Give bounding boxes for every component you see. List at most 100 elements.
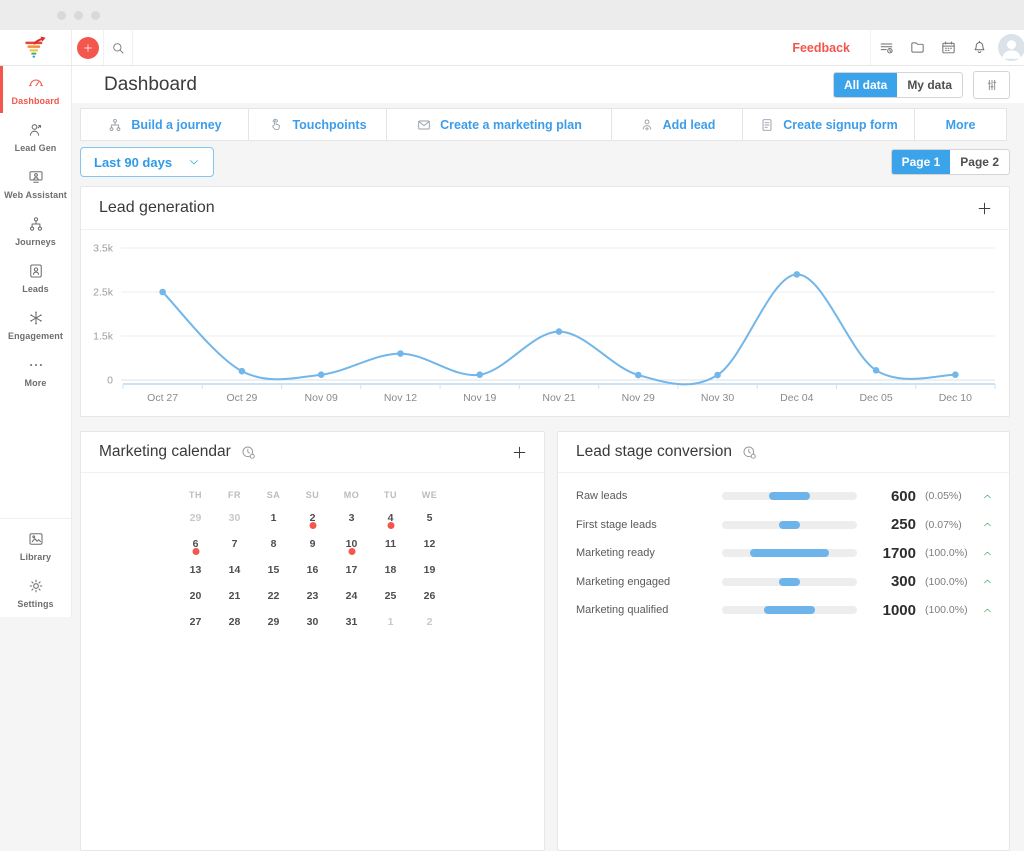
search-button[interactable] [104, 30, 133, 65]
chart-point[interactable] [318, 371, 325, 378]
calendar-date[interactable]: 21 [215, 583, 254, 609]
calendar-date[interactable]: 30 [215, 505, 254, 531]
sidebar-item-web-assistant[interactable]: Web Assistant [0, 160, 71, 207]
calendar-date[interactable]: 12 [410, 531, 449, 557]
chart-point[interactable] [239, 368, 246, 375]
calendar-date[interactable]: 29 [176, 505, 215, 531]
calendar-date[interactable]: 6 [176, 531, 215, 557]
calendar-date[interactable]: 1 [371, 609, 410, 635]
app-window: { "brand": {"logo_icon": "funnel-arrow-l… [0, 0, 1024, 617]
calendar-date[interactable]: 5 [410, 505, 449, 531]
caret-up-icon[interactable] [982, 605, 993, 616]
controls-row: Last 90 days Page 1Page 2 [80, 147, 1010, 177]
action-more[interactable]: More [914, 108, 1007, 141]
calendar-icon[interactable] [933, 30, 964, 65]
toggle-my-data[interactable]: My data [897, 73, 962, 97]
action-add-lead[interactable]: Add lead [611, 108, 743, 141]
quick-add-button[interactable] [77, 37, 99, 59]
action-create-a-marketing-plan[interactable]: Create a marketing plan [386, 108, 612, 141]
chart-point[interactable] [714, 372, 721, 379]
list-icon[interactable] [871, 30, 902, 65]
sidebar-item-leads[interactable]: Leads [0, 254, 71, 301]
calendar-date[interactable]: 16 [293, 557, 332, 583]
sidebar-main-items: DashboardLead Gen Web Assistant JourneysLe… [0, 66, 71, 395]
chart-point[interactable] [556, 328, 563, 335]
chart-point[interactable] [635, 372, 642, 379]
lead-generation-chart-area: 01.5k2.5k3.5kOct 27Oct 29Nov 09Nov 12Nov… [81, 230, 1009, 412]
calendar-date[interactable]: 10 [332, 531, 371, 557]
calendar-date-number: 11 [385, 538, 396, 550]
sidebar-item-dashboard[interactable]: Dashboard [0, 66, 71, 113]
sidebar-item-label: More [25, 378, 47, 388]
sidebar-item-lead-gen[interactable]: Lead Gen [0, 113, 71, 160]
add-widget-button[interactable] [976, 200, 993, 217]
calendar-date-number: 27 [190, 616, 202, 628]
funnel-arrow-logo[interactable] [22, 34, 49, 61]
web-assistant-icon [27, 168, 45, 186]
calendar-date-number: 1 [271, 512, 277, 524]
calendar-date[interactable]: 23 [293, 583, 332, 609]
caret-up-icon[interactable] [982, 491, 993, 502]
calendar-date[interactable]: 30 [293, 609, 332, 635]
calendar-date[interactable]: 18 [371, 557, 410, 583]
action-touchpoints[interactable]: Touchpoints [248, 108, 387, 141]
calendar-date[interactable]: 15 [254, 557, 293, 583]
calendar-date[interactable]: 14 [215, 557, 254, 583]
calendar-date[interactable]: 11 [371, 531, 410, 557]
sidebar-item-settings[interactable]: Settings [0, 569, 71, 616]
conversion-row-raw-leads: Raw leads600(0.05%) [576, 482, 993, 511]
calendar-date[interactable]: 22 [254, 583, 293, 609]
calendar-date[interactable]: 24 [332, 583, 371, 609]
action-create-signup-form[interactable]: Create signup form [742, 108, 915, 141]
action-bar: Build a journeyTouchpointsCreate a marke… [80, 108, 1010, 141]
sidebar-item-journeys[interactable]: Journeys [0, 207, 71, 254]
caret-up-icon[interactable] [982, 548, 993, 559]
caret-up-icon[interactable] [982, 519, 993, 530]
caret-up-icon[interactable] [982, 576, 993, 587]
chart-point[interactable] [159, 289, 166, 296]
calendar-date[interactable]: 8 [254, 531, 293, 557]
calendar-date[interactable]: 31 [332, 609, 371, 635]
calendar-date[interactable]: 25 [371, 583, 410, 609]
calendar-date[interactable]: 1 [254, 505, 293, 531]
filter-button[interactable] [973, 71, 1010, 99]
toggle-all-data[interactable]: All data [834, 73, 897, 97]
dashboard-content: Build a journeyTouchpointsCreate a marke… [72, 103, 1024, 617]
calendar-date[interactable]: 26 [410, 583, 449, 609]
calendar-date[interactable]: 4 [371, 505, 410, 531]
calendar-date[interactable]: 9 [293, 531, 332, 557]
folder-icon[interactable] [902, 30, 933, 65]
chart-point[interactable] [873, 367, 880, 374]
chart-point[interactable] [476, 371, 483, 378]
chart-point[interactable] [952, 371, 959, 378]
page-title: Dashboard [104, 74, 833, 96]
page-button-page-1[interactable]: Page 1 [892, 150, 951, 174]
chart-point[interactable] [794, 271, 801, 278]
calendar-date[interactable]: 13 [176, 557, 215, 583]
calendar-date[interactable]: 17 [332, 557, 371, 583]
action-build-a-journey[interactable]: Build a journey [80, 108, 249, 141]
calendar-date[interactable]: 29 [254, 609, 293, 635]
touch-icon [268, 117, 284, 133]
chart-point[interactable] [397, 350, 404, 357]
sidebar-item-library[interactable]: Library [0, 522, 71, 569]
action-label: More [946, 118, 976, 132]
panel-title: Lead stage conversion [576, 443, 732, 461]
feedback-link[interactable]: Feedback [772, 30, 871, 65]
add-event-button[interactable] [511, 444, 528, 461]
bell-icon[interactable] [964, 30, 995, 65]
sidebar-item-label: Web Assistant [4, 190, 67, 200]
sidebar-item-more[interactable]: More [0, 348, 71, 395]
calendar-date[interactable]: 28 [215, 609, 254, 635]
calendar-date[interactable]: 7 [215, 531, 254, 557]
calendar-date[interactable]: 20 [176, 583, 215, 609]
page-button-page-2[interactable]: Page 2 [950, 150, 1009, 174]
calendar-date[interactable]: 2 [410, 609, 449, 635]
date-range-dropdown[interactable]: Last 90 days [80, 147, 214, 177]
calendar-date[interactable]: 27 [176, 609, 215, 635]
sidebar-item-engagement[interactable]: Engagement [0, 301, 71, 348]
calendar-date[interactable]: 19 [410, 557, 449, 583]
calendar-date[interactable]: 2 [293, 505, 332, 531]
calendar-date[interactable]: 3 [332, 505, 371, 531]
user-avatar[interactable] [998, 34, 1024, 61]
